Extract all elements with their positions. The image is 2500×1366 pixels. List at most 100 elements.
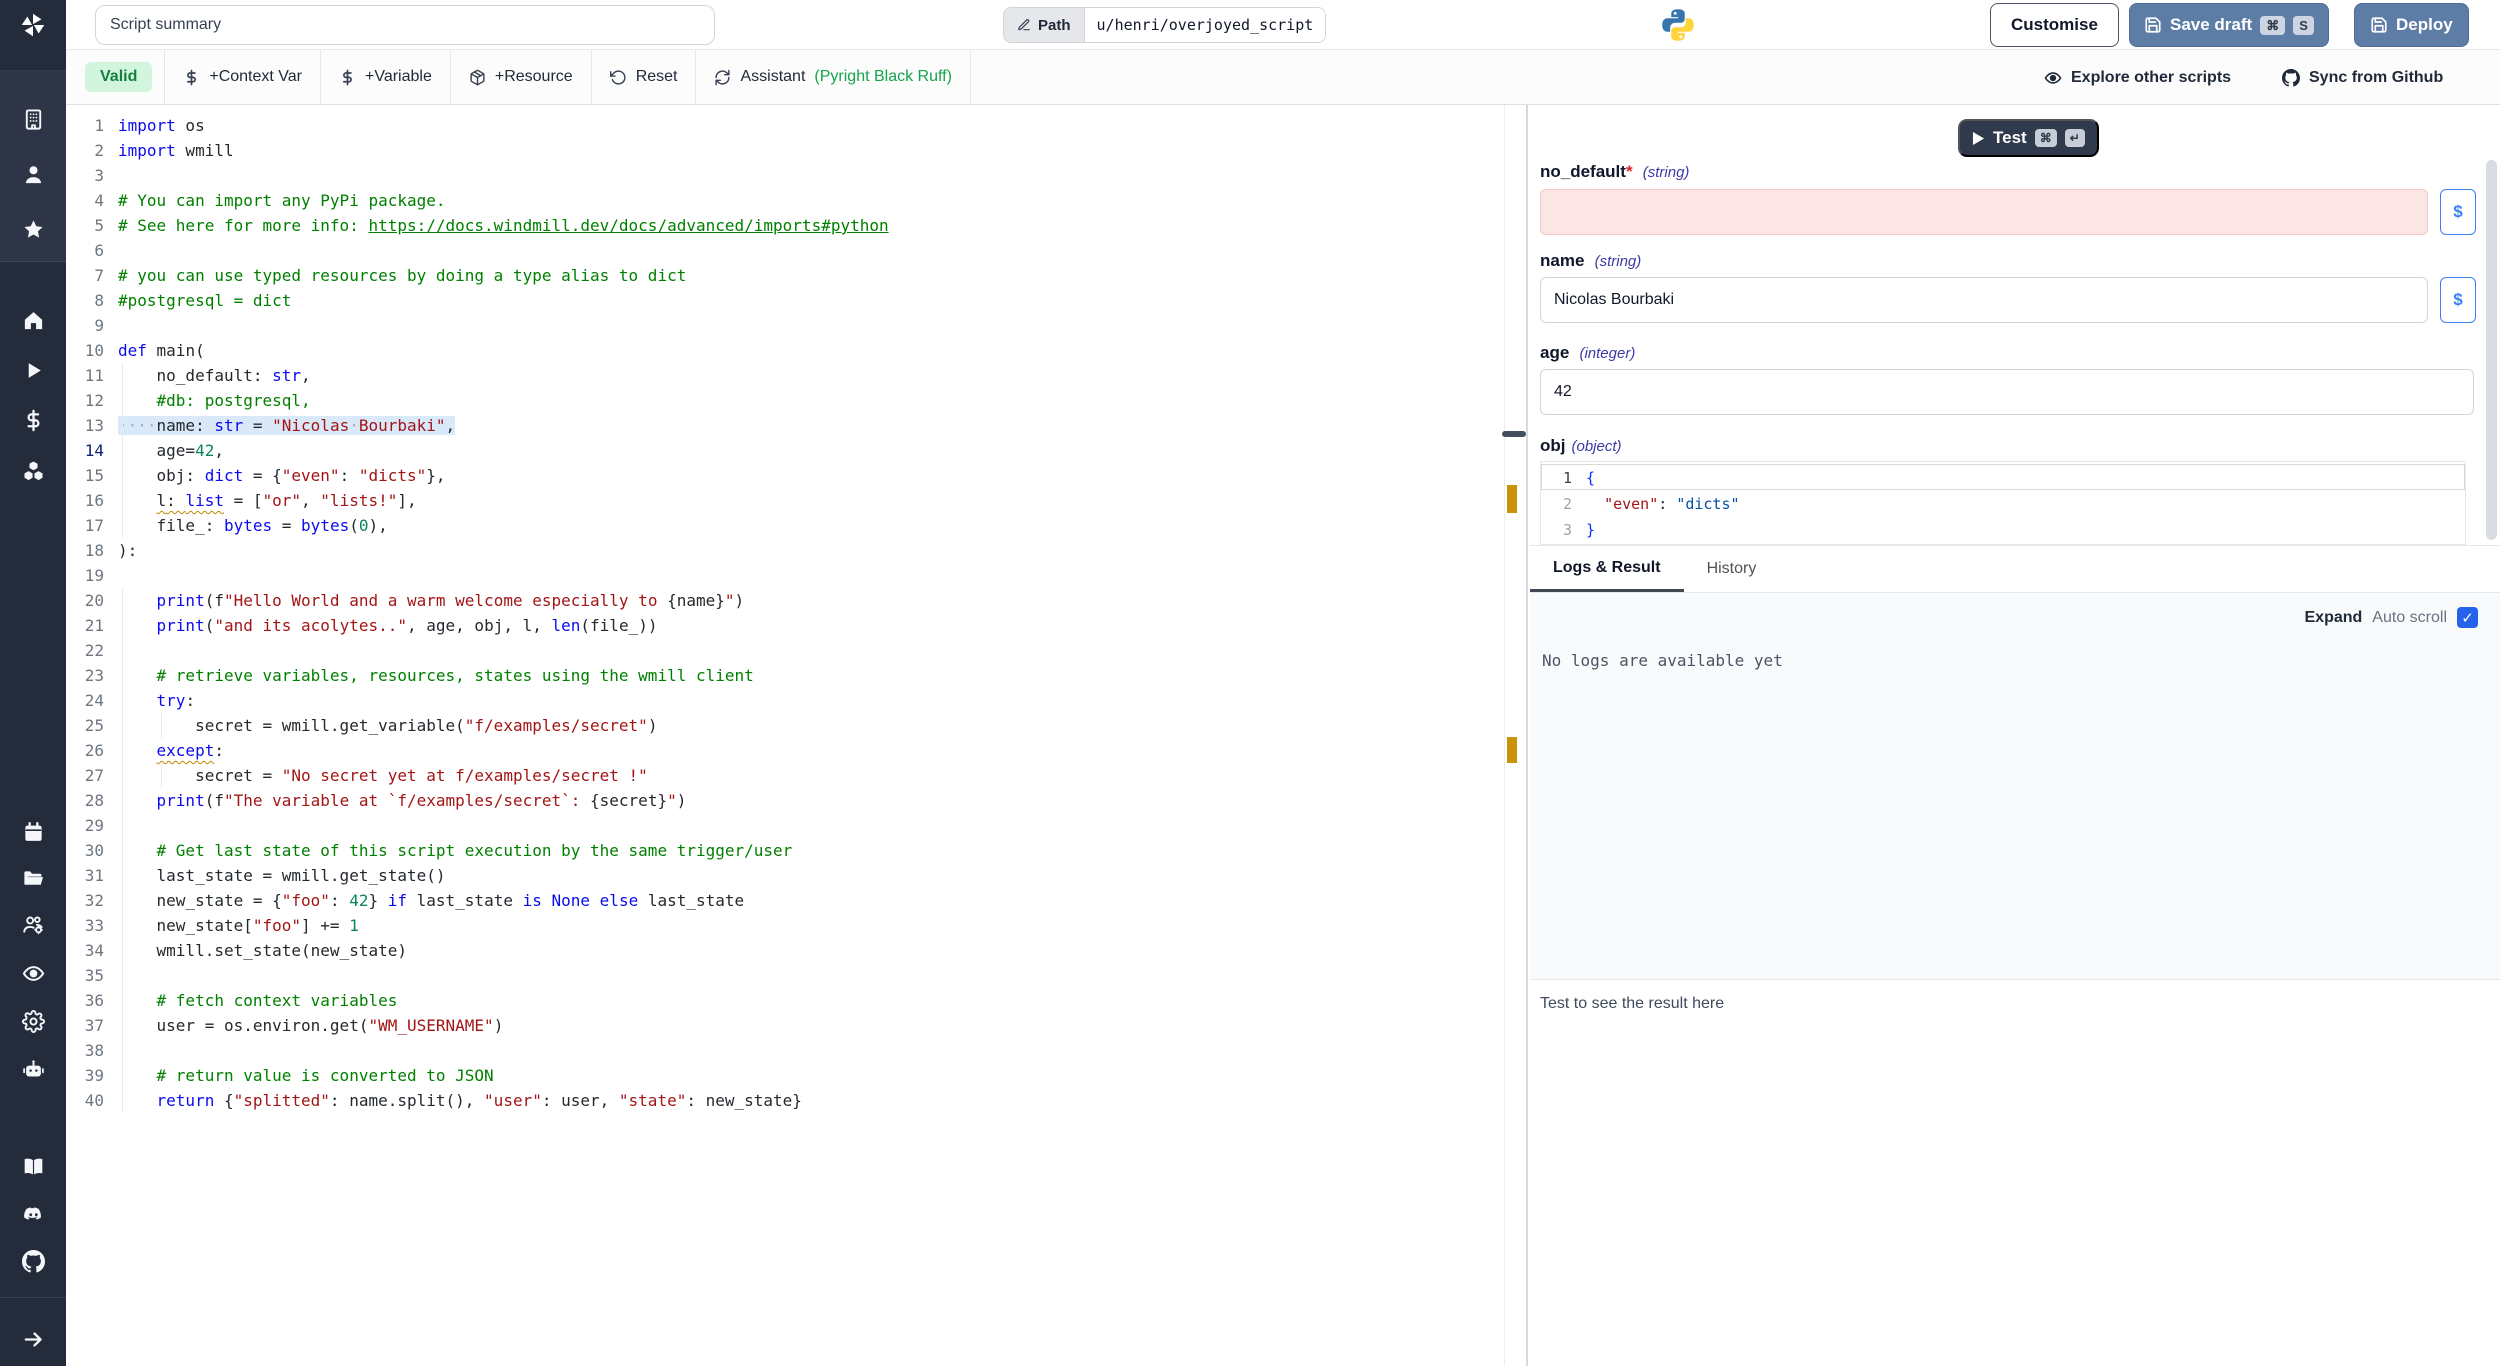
toolbar--resource-button[interactable]: +Resource: [450, 50, 591, 105]
code-line[interactable]: 38: [66, 1038, 1526, 1063]
sidebar-item-schedules[interactable]: [0, 809, 66, 855]
toolbar--context-var-button[interactable]: +Context Var: [164, 50, 320, 105]
panel-resize-handle[interactable]: [1502, 431, 1526, 437]
code-line[interactable]: 21 print("and its acolytes..", age, obj,…: [66, 613, 1526, 638]
indent-guide: [122, 363, 123, 538]
line-number: 7: [66, 263, 104, 288]
sync-from-github-button[interactable]: Sync from Github: [2282, 50, 2443, 105]
field-input-no_default[interactable]: [1540, 189, 2428, 235]
code-line[interactable]: 11 no_default: str,: [66, 363, 1526, 388]
tab-logs-result[interactable]: Logs & Result: [1530, 546, 1684, 592]
code-line[interactable]: 19: [66, 563, 1526, 588]
insert-variable-button[interactable]: $: [2440, 277, 2476, 323]
sidebar-item-expand-sidebar[interactable]: [0, 1316, 66, 1362]
code-line[interactable]: 27 secret = "No secret yet at f/examples…: [66, 763, 1526, 788]
code-line[interactable]: 24 try:: [66, 688, 1526, 713]
toolbar-reset-button[interactable]: Reset: [591, 50, 696, 105]
path-chip[interactable]: Path: [1004, 8, 1084, 42]
sidebar-item-ai[interactable]: [0, 1046, 66, 1092]
field-name: obj: [1540, 436, 1566, 455]
code-line[interactable]: 4# You can import any PyPi package.: [66, 188, 1526, 213]
windmill-logo[interactable]: [0, 0, 66, 50]
code-line[interactable]: 30 # Get last state of this script execu…: [66, 838, 1526, 863]
path-group[interactable]: Path u/henri/overjoyed_script: [1003, 7, 1326, 43]
code-line[interactable]: 26 except:: [66, 738, 1526, 763]
code-line[interactable]: 7# you can use typed resources by doing …: [66, 263, 1526, 288]
sidebar-item-runs[interactable]: [0, 347, 66, 393]
code-line[interactable]: 33 new_state["foo"] += 1: [66, 913, 1526, 938]
save-draft-button[interactable]: Save draft ⌘ S: [2129, 3, 2329, 47]
sidebar-item-github[interactable]: [0, 1238, 66, 1284]
code-line[interactable]: 6: [66, 238, 1526, 263]
code-line[interactable]: 39 # return value is converted to JSON: [66, 1063, 1526, 1088]
code-line[interactable]: 15 obj: dict = {"even": "dicts"},: [66, 463, 1526, 488]
code-line[interactable]: 12 #db: postgresql,: [66, 388, 1526, 413]
insert-variable-button[interactable]: $: [2440, 189, 2476, 235]
line-content: no_default: str,: [118, 363, 311, 388]
result-placeholder: Test to see the result here: [1540, 995, 1724, 1013]
sidebar-item-audit-logs[interactable]: [0, 950, 66, 996]
code-line[interactable]: 18):: [66, 538, 1526, 563]
sidebar-item-groups[interactable]: [0, 901, 66, 947]
code-line[interactable]: 16 l: list = ["or", "lists!"],: [66, 488, 1526, 513]
toolbar--variable-button[interactable]: +Variable: [320, 50, 450, 105]
code-line[interactable]: 32 new_state = {"foo": 42} if last_state…: [66, 888, 1526, 913]
json-line[interactable]: 1{: [1541, 464, 2465, 490]
code-line[interactable]: 8#postgresql = dict: [66, 288, 1526, 313]
code-line[interactable]: 34 wmill.set_state(new_state): [66, 938, 1526, 963]
code-line[interactable]: 3: [66, 163, 1526, 188]
line-content: #db: postgresql,: [118, 388, 311, 413]
code-line[interactable]: 13····name: str = "Nicolas·Bourbaki",: [66, 413, 1526, 438]
calendar-icon: [22, 821, 45, 844]
code-editor[interactable]: 1import os2import wmill34# You can impor…: [66, 105, 1528, 1366]
code-line[interactable]: 14 age=42,: [66, 438, 1526, 463]
customise-button[interactable]: Customise: [1990, 3, 2119, 47]
code-line[interactable]: 37 user = os.environ.get("WM_USERNAME"): [66, 1013, 1526, 1038]
sidebar-item-folders[interactable]: [0, 855, 66, 901]
field-type: (object): [1572, 438, 1622, 455]
code-line[interactable]: 35: [66, 963, 1526, 988]
field-input-name[interactable]: [1540, 277, 2428, 323]
code-line[interactable]: 22: [66, 638, 1526, 663]
tab-history[interactable]: History: [1684, 546, 1780, 592]
sidebar-item-settings[interactable]: [0, 998, 66, 1044]
line-content: new_state["foo"] += 1: [118, 913, 359, 938]
json-line[interactable]: 3}: [1541, 516, 2465, 542]
obj-json-editor[interactable]: 1{2 "even": "dicts"3}: [1540, 461, 2466, 545]
sidebar-item-docs[interactable]: [0, 1143, 66, 1189]
code-line[interactable]: 20 print(f"Hello World and a warm welcom…: [66, 588, 1526, 613]
overview-ruler: [1504, 105, 1505, 1366]
code-line[interactable]: 5# See here for more info: https://docs.…: [66, 213, 1526, 238]
code-line[interactable]: 31 last_state = wmill.get_state(): [66, 863, 1526, 888]
explore-other-scripts-button[interactable]: Explore other scripts: [2044, 50, 2231, 105]
code-line[interactable]: 2import wmill: [66, 138, 1526, 163]
topbar: Path u/henri/overjoyed_script Customise …: [66, 0, 2500, 50]
json-line[interactable]: 2 "even": "dicts": [1541, 490, 2465, 516]
sidebar-item-workspace[interactable]: [0, 96, 66, 142]
toolbar-assistant-button[interactable]: Assistant(Pyright Black Ruff): [695, 50, 970, 105]
code-line[interactable]: 10def main(: [66, 338, 1526, 363]
home-icon: [22, 309, 45, 332]
deploy-button[interactable]: Deploy: [2354, 3, 2469, 47]
code-line[interactable]: 17 file_: bytes = bytes(0),: [66, 513, 1526, 538]
sidebar-item-home[interactable]: [0, 297, 66, 343]
sidebar-item-resources[interactable]: [0, 447, 66, 493]
field-input-age[interactable]: [1540, 369, 2474, 415]
code-line[interactable]: 23 # retrieve variables, resources, stat…: [66, 663, 1526, 688]
sidebar-item-user[interactable]: [0, 151, 66, 197]
code-line[interactable]: 25 secret = wmill.get_variable("f/exampl…: [66, 713, 1526, 738]
sidebar-item-variables[interactable]: [0, 397, 66, 443]
sidebar-item-favorites[interactable]: [0, 206, 66, 252]
code-line[interactable]: 9: [66, 313, 1526, 338]
expand-button[interactable]: Expand: [2305, 609, 2363, 627]
autoscroll-checkbox[interactable]: ✓: [2457, 607, 2478, 628]
test-button[interactable]: Test ⌘ ↵: [1958, 119, 2099, 157]
sidebar-item-discord[interactable]: [0, 1191, 66, 1237]
script-summary-input[interactable]: [95, 5, 715, 45]
code-line[interactable]: 29: [66, 813, 1526, 838]
code-line[interactable]: 28 print(f"The variable at `f/examples/s…: [66, 788, 1526, 813]
code-line[interactable]: 40 return {"splitted": name.split(), "us…: [66, 1088, 1526, 1113]
panel-scrollbar[interactable]: [2486, 160, 2497, 540]
code-line[interactable]: 36 # fetch context variables: [66, 988, 1526, 1013]
code-line[interactable]: 1import os: [66, 113, 1526, 138]
